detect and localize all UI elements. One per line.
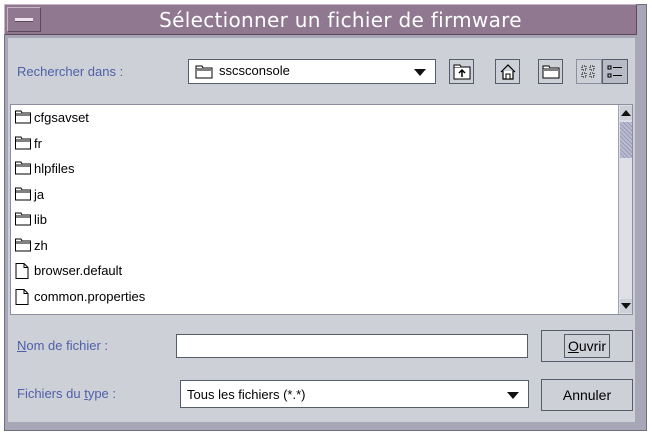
up-one-level-button[interactable]	[449, 59, 474, 84]
list-view-button[interactable]	[576, 59, 602, 84]
file-name-label: Nom de fichier :	[17, 338, 109, 353]
file-type-value: Tous les fichiers (*.*)	[187, 387, 306, 402]
file-type-combobox[interactable]: Tous les fichiers (*.*)	[180, 380, 529, 408]
folder-icon	[15, 212, 31, 226]
scroll-thumb[interactable]	[620, 122, 632, 158]
folder-icon	[15, 110, 31, 124]
file-icon	[15, 288, 29, 305]
scroll-up-arrow-icon[interactable]	[620, 106, 632, 120]
folder-icon	[15, 187, 31, 200]
folder-icon	[15, 238, 31, 251]
folder-list-item[interactable]: hlpfiles	[15, 159, 625, 179]
open-button[interactable]: Ouvrir	[541, 330, 633, 362]
file-list-item[interactable]: browser.default	[15, 261, 625, 281]
look-in-combobox[interactable]: sscsconsole	[188, 59, 436, 84]
folder-up-icon	[453, 64, 471, 80]
dialog-title: Sélectionner un fichier de firmware	[159, 8, 522, 32]
file-name-input[interactable]	[176, 334, 528, 358]
open-button-label: Ouvrir	[563, 334, 611, 358]
folder-list-item[interactable]: lib	[15, 210, 625, 230]
home-icon	[500, 64, 516, 80]
cancel-button[interactable]: Annuler	[541, 379, 633, 411]
vertical-scrollbar[interactable]	[618, 105, 632, 314]
new-folder-icon	[542, 65, 560, 79]
folder-list-item[interactable]: zh	[15, 236, 625, 256]
list-item-name: common.properties	[34, 288, 146, 304]
list-item-name: lib	[34, 212, 48, 227]
window-menu-icon	[15, 18, 33, 22]
dialog-content: Rechercher dans : sscsconsole cfgsavset …	[8, 38, 635, 422]
new-folder-button[interactable]	[538, 59, 563, 84]
folder-list-item[interactable]: fr	[15, 134, 625, 154]
window-menu-button[interactable]	[7, 7, 41, 32]
folder-icon	[15, 161, 31, 175]
folder-icon	[195, 65, 213, 79]
list-item-name: zh	[34, 237, 48, 253]
file-icon	[15, 263, 29, 279]
file-list[interactable]: cfgsavset fr hlpfiles ja lib zh browser.defaul…	[10, 104, 633, 315]
look-in-label: Rechercher dans :	[17, 64, 124, 79]
list-item-name: ja	[34, 186, 45, 202]
folder-icon	[15, 136, 31, 149]
list-item-name: browser.default	[34, 263, 123, 278]
file-type-label: Fichiers du type :	[17, 386, 117, 401]
home-button[interactable]	[495, 59, 520, 84]
chevron-down-icon	[414, 69, 426, 76]
chevron-down-icon	[507, 392, 519, 399]
look-in-value: sscsconsole	[219, 63, 290, 78]
view-mode-toggle	[576, 59, 628, 84]
details-view-icon	[607, 65, 622, 78]
list-item-name: hlpfiles	[34, 161, 75, 176]
list-item-name: fr	[34, 135, 42, 151]
list-item-name: cfgsavset	[34, 110, 89, 125]
folder-list-item[interactable]: ja	[15, 185, 625, 205]
list-view-icon	[581, 65, 595, 78]
file-list-item[interactable]: common.properties	[15, 287, 625, 307]
title-bar[interactable]: Sélectionner un fichier de firmware	[4, 4, 637, 35]
details-view-button[interactable]	[602, 59, 628, 84]
folder-list-item[interactable]: cfgsavset	[15, 108, 625, 128]
scroll-down-arrow-icon[interactable]	[620, 299, 632, 313]
